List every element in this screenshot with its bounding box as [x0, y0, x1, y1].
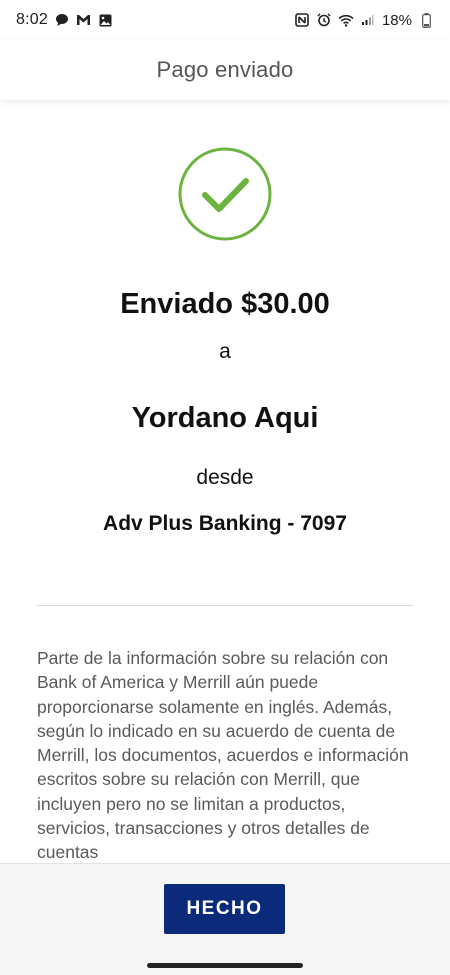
gmail-icon — [76, 12, 92, 28]
disclaimer-text: Parte de la información sobre su relació… — [37, 648, 409, 863]
source-account: Adv Plus Banking - 7097 — [103, 512, 347, 535]
check-circle-icon — [178, 147, 272, 241]
status-bar: 8:02 18% — [0, 0, 450, 40]
chat-bubble-icon — [54, 12, 70, 28]
gallery-icon — [98, 12, 114, 28]
sent-amount: Enviado $30.00 — [120, 288, 330, 320]
page-title: Pago enviado — [156, 57, 294, 82]
status-time: 8:02 — [16, 11, 48, 28]
nfc-icon — [294, 12, 310, 28]
alarm-icon — [316, 12, 332, 28]
battery-icon — [418, 12, 434, 28]
confirmation-content: Enviado $30.00 a Yordano Aqui desde Adv … — [0, 100, 450, 863]
recipient-name: Yordano Aqui — [131, 402, 319, 434]
to-label: a — [219, 340, 231, 363]
signal-icon — [360, 12, 376, 28]
from-label: desde — [196, 466, 254, 489]
wifi-icon — [338, 12, 354, 28]
status-left: 8:02 — [16, 11, 114, 29]
footer-bar: HECHO — [0, 863, 450, 975]
divider — [37, 605, 413, 606]
status-right: 18% — [294, 12, 434, 29]
done-button[interactable]: HECHO — [164, 884, 285, 934]
app-header: Pago enviado — [0, 40, 450, 100]
home-indicator[interactable] — [147, 963, 303, 968]
battery-percent: 18% — [381, 11, 412, 29]
payment-sent-screen: 8:02 18% Pago enviado Enviado $30.00 a Y… — [0, 0, 450, 975]
